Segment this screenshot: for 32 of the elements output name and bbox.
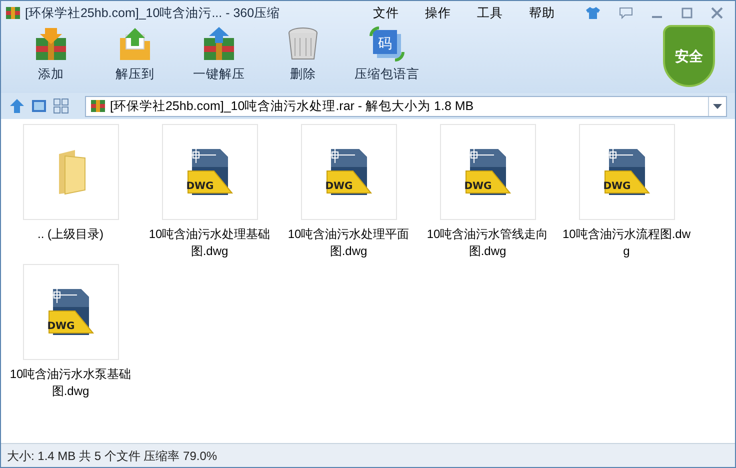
file-name: 10吨含油污水流程图.dwg xyxy=(562,226,692,260)
app-icon xyxy=(5,5,21,21)
file-name: 10吨含油污水水泵基础图.dwg xyxy=(8,366,132,400)
window-title: [环保学社25hb.com]_10吨含油污... - 360压缩 xyxy=(25,4,280,22)
address-field[interactable]: [环保学社25hb.com]_10吨含油污水处理.rar - 解包大小为 1.8 MB xyxy=(85,96,727,116)
archive-icon xyxy=(90,99,106,113)
toolbar-button[interactable]: 删除 xyxy=(265,25,341,87)
menu-item[interactable]: 工具 xyxy=(477,4,503,22)
maximize-icon[interactable] xyxy=(681,7,693,19)
menu-item[interactable]: 帮助 xyxy=(529,4,555,22)
list-view-icon[interactable] xyxy=(31,99,47,113)
archive-add-icon xyxy=(33,26,69,62)
grid-view-icon[interactable] xyxy=(53,98,69,114)
up-arrow-icon[interactable] xyxy=(9,98,25,114)
caret-icon xyxy=(713,104,722,108)
shirt-icon[interactable] xyxy=(585,6,601,20)
folder-up-icon xyxy=(117,26,153,62)
file-name: 10吨含油污水处理基础图.dwg xyxy=(148,226,272,260)
status-text: 大小: 1.4 MB 共 5 个文件 压缩率 79.0% xyxy=(7,448,218,464)
file-item[interactable]: .. (上级目录) xyxy=(1,123,140,263)
toolbar-button[interactable]: 码 压缩包语言 xyxy=(349,25,425,87)
menu-item[interactable]: 文件 xyxy=(373,4,399,22)
menu-item[interactable]: 操作 xyxy=(425,4,451,22)
file-name: .. (上级目录) xyxy=(36,226,104,243)
file-name: 10吨含油污水管线走向图.dwg xyxy=(426,226,550,260)
feedback-icon[interactable] xyxy=(619,7,633,19)
toolbar-button[interactable]: 一键解压 xyxy=(181,25,257,87)
close-icon[interactable] xyxy=(711,7,723,19)
toolbar-button[interactable]: 添加 xyxy=(13,25,89,87)
file-name: 10吨含油污水处理平面图.dwg xyxy=(286,226,410,260)
toolbar-button[interactable]: 解压到 xyxy=(97,25,173,87)
archive-up-icon xyxy=(201,26,237,62)
